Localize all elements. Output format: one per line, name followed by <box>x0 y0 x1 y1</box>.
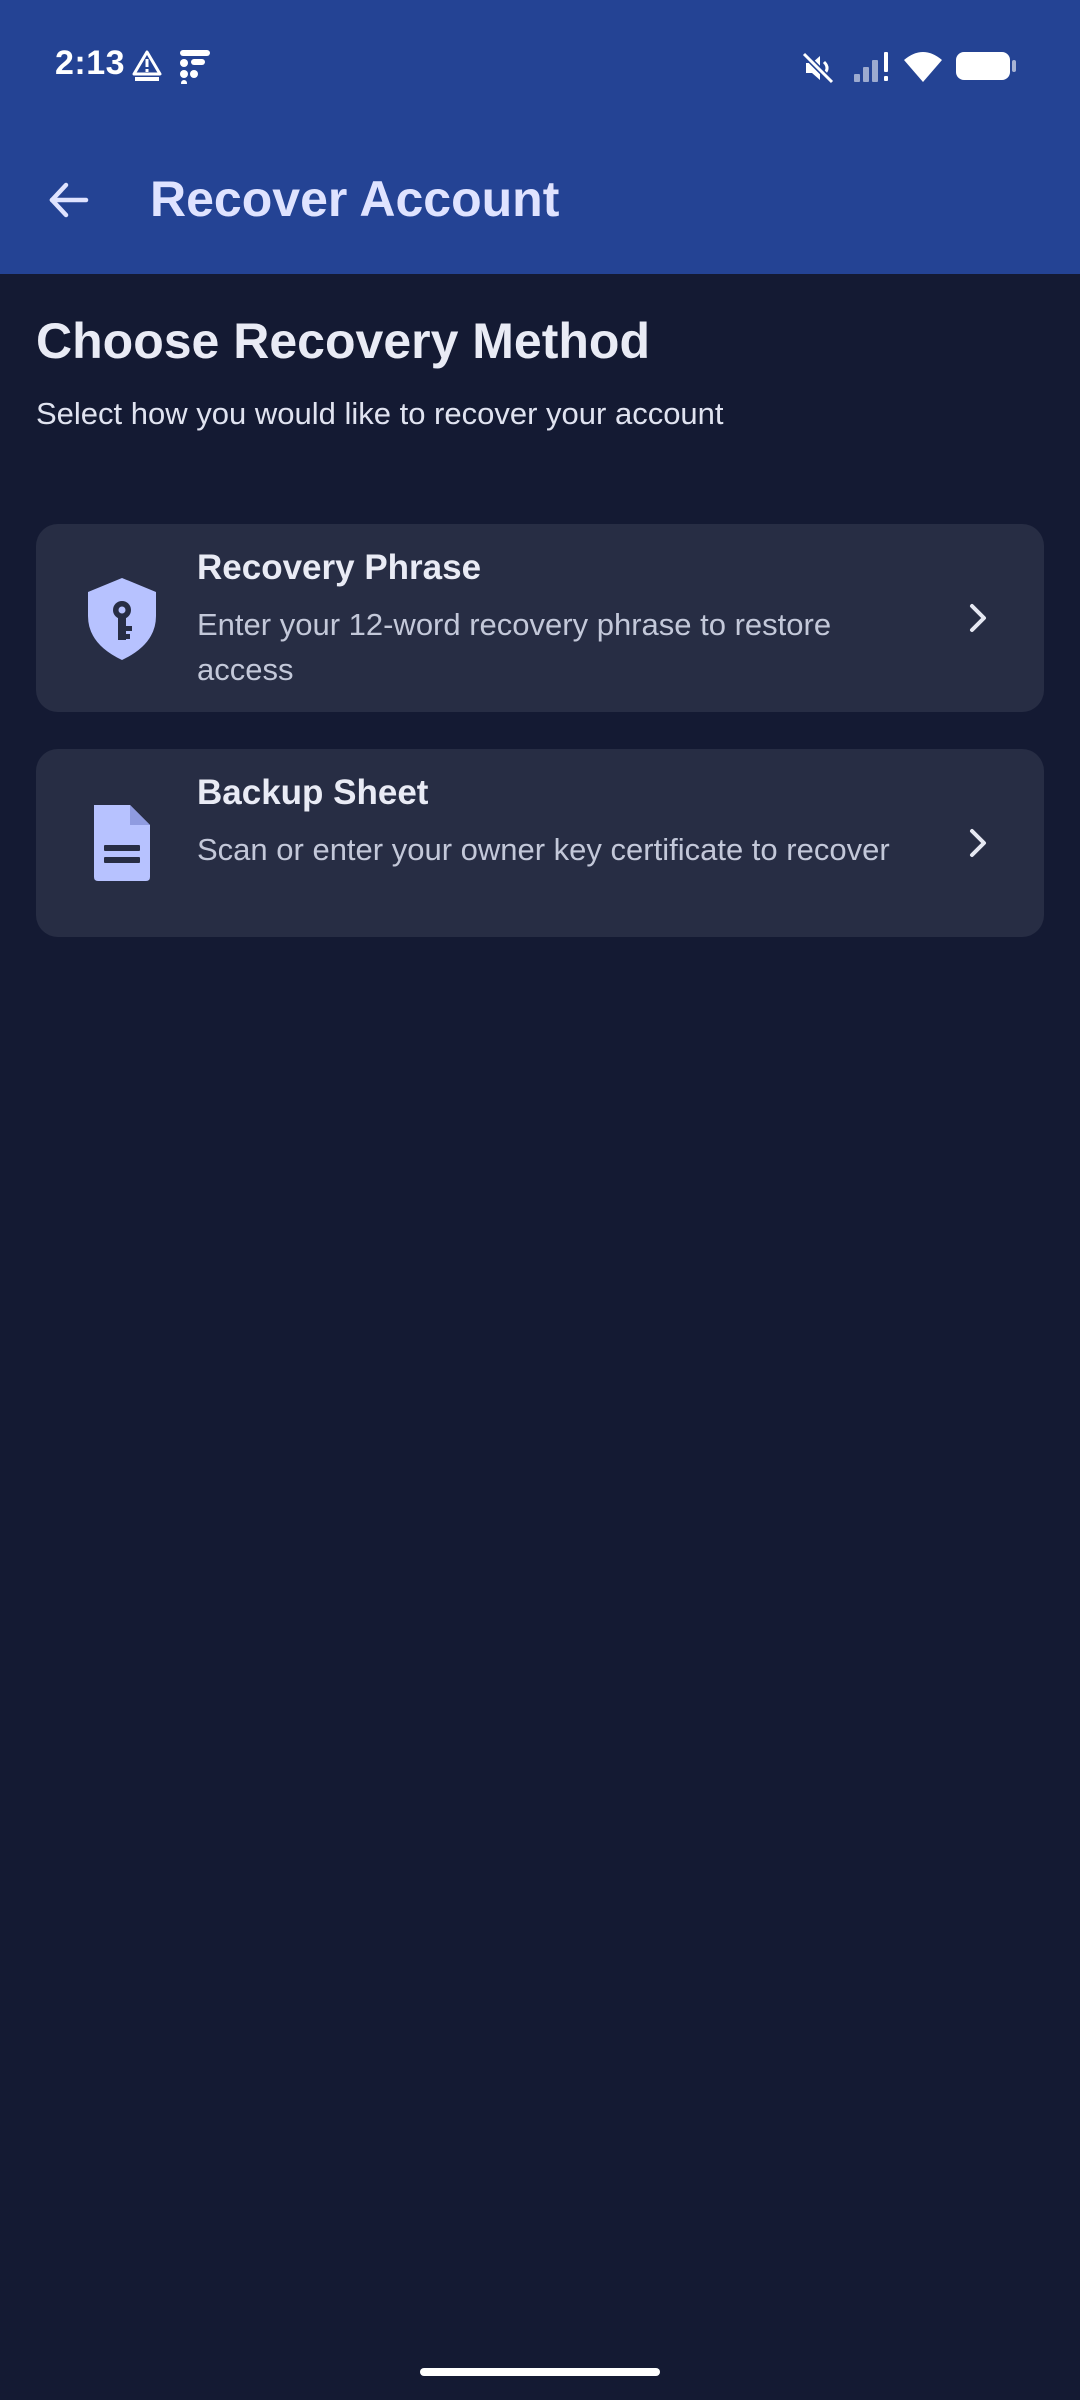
backup-sheet-text: Backup Sheet Scan or enter your owner ke… <box>197 771 917 872</box>
status-time: 2:13 <box>55 44 126 82</box>
recovery-phrase-text: Recovery Phrase Enter your 12-word recov… <box>197 546 917 692</box>
alert-triangle-icon <box>132 50 162 81</box>
option-title: Backup Sheet <box>197 773 429 812</box>
battery-icon <box>956 52 1016 80</box>
arrow-back-icon <box>49 182 89 218</box>
option-description: Enter your 12-word recovery phrase to re… <box>197 607 832 687</box>
app-bar-title: Recover Account <box>150 171 560 227</box>
wifi-icon <box>904 52 942 82</box>
page-subtitle: Select how you would like to recover you… <box>36 396 724 431</box>
page-title: Choose Recovery Method <box>36 313 651 369</box>
signal-icon <box>854 52 888 82</box>
main-content: Choose Recovery Method Select how you wo… <box>36 312 1044 434</box>
backup-sheet-option[interactable]: Backup Sheet Scan or enter your owner ke… <box>36 749 1044 937</box>
shield-key-icon <box>88 578 156 660</box>
chevron-right-icon <box>970 829 986 857</box>
chevron-right-icon <box>970 604 986 632</box>
back-button[interactable] <box>36 168 100 232</box>
grid-dots-icon <box>180 50 210 84</box>
document-icon <box>94 805 150 881</box>
home-indicator[interactable] <box>420 2368 660 2376</box>
option-title: Recovery Phrase <box>197 548 482 587</box>
recovery-phrase-option[interactable]: Recovery Phrase Enter your 12-word recov… <box>36 524 1044 712</box>
app-header: 2:13 Recover Account <box>0 0 1080 274</box>
status-bar: 2:13 <box>0 0 1080 130</box>
mute-icon <box>801 51 835 85</box>
option-description: Scan or enter your owner key certificate… <box>197 832 890 867</box>
